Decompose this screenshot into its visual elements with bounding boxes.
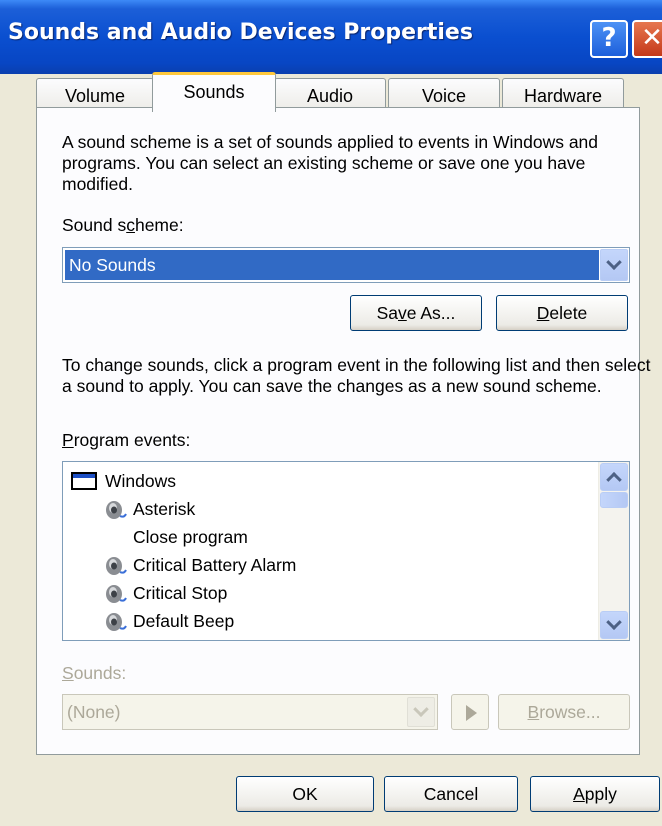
sound-select-value: (None) xyxy=(67,702,121,722)
chevron-down-icon xyxy=(413,701,429,718)
list-item[interactable]: Close program xyxy=(133,525,248,549)
program-events-label: Program events: xyxy=(62,430,191,450)
sound-scheme-select[interactable]: No Sounds xyxy=(62,247,630,283)
sound-select[interactable]: (None) xyxy=(62,694,438,730)
sound-scheme-value: No Sounds xyxy=(65,250,599,280)
close-button[interactable]: ✕ xyxy=(632,20,662,58)
tab-sounds[interactable]: Sounds xyxy=(152,72,276,112)
tab-hardware-label: Hardware xyxy=(523,86,603,106)
sounds-label: Sounds: xyxy=(62,663,127,683)
tab-voice-label: Voice xyxy=(421,86,467,106)
change-sounds-description: To change sounds, click a program event … xyxy=(62,355,651,396)
list-item[interactable]: Default Beep xyxy=(133,609,234,633)
chevron-up-icon xyxy=(606,471,622,488)
help-button[interactable]: ? xyxy=(590,20,628,58)
chevron-down-icon xyxy=(606,614,622,631)
play-sound-button[interactable] xyxy=(451,694,489,730)
cancel-button[interactable]: Cancel xyxy=(384,776,518,812)
program-events-list[interactable]: Windows Asterisk Close program Critical … xyxy=(62,461,630,641)
speaker-icon xyxy=(106,585,127,603)
tab-sounds-label: Sounds xyxy=(183,82,245,102)
sound-select-dropdown-button[interactable] xyxy=(407,697,435,727)
list-item[interactable]: Windows xyxy=(105,469,176,493)
sound-scheme-dropdown-button[interactable] xyxy=(600,249,628,281)
list-item[interactable]: Critical Battery Alarm xyxy=(133,553,296,577)
window-icon xyxy=(71,472,97,490)
scroll-up-button[interactable] xyxy=(600,463,628,491)
events-scrollbar[interactable] xyxy=(598,462,629,640)
ok-button[interactable]: OK xyxy=(236,776,374,812)
save-as-button[interactable]: Save As... xyxy=(350,295,482,331)
browse-button[interactable]: Browse... xyxy=(498,694,630,730)
list-item[interactable]: Critical Stop xyxy=(133,581,227,605)
chevron-down-icon xyxy=(606,254,622,271)
sound-scheme-label: Sound scheme: xyxy=(62,215,184,235)
title-bar: Sounds and Audio Devices Properties ? ✕ xyxy=(0,0,662,74)
scroll-thumb[interactable] xyxy=(600,492,628,508)
apply-button[interactable]: Apply xyxy=(530,776,660,812)
delete-button[interactable]: Delete xyxy=(496,295,628,331)
scheme-description: A sound scheme is a set of sounds applie… xyxy=(62,132,599,194)
speaker-icon xyxy=(106,501,127,519)
tab-volume-label: Volume xyxy=(64,86,126,106)
list-item[interactable]: Asterisk xyxy=(133,497,195,521)
speaker-icon xyxy=(106,613,127,631)
window-title: Sounds and Audio Devices Properties xyxy=(8,20,473,45)
tab-audio-label: Audio xyxy=(306,86,354,106)
speaker-icon xyxy=(106,557,127,575)
scroll-down-button[interactable] xyxy=(600,611,628,639)
